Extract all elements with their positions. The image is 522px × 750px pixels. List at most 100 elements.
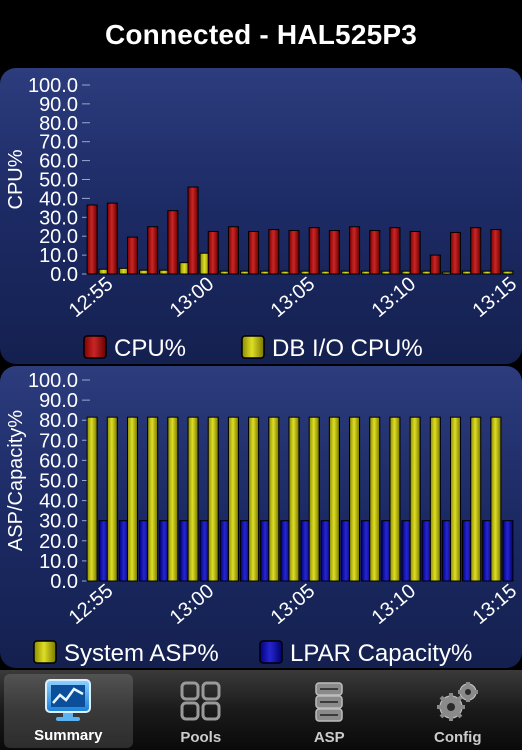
bar-cpu-: [126, 236, 138, 275]
y-axis-label: CPU%: [5, 149, 27, 209]
legend-label: LPAR Capacity%: [290, 640, 472, 667]
bar-cpu-: [106, 202, 118, 275]
y-tick-label: 10.0: [39, 245, 78, 267]
gears-icon: [436, 682, 478, 721]
y-tick-label: 50.0: [39, 170, 78, 192]
bar-cpu-: [349, 226, 361, 275]
y-tick-label: 90.0: [39, 94, 78, 116]
bar-system-asp-: [470, 416, 482, 582]
bar-cpu-: [86, 204, 98, 275]
cpu-chart-panel: CPU% 0.0 10.0 20.0 30.0 40.0 50.0 60.0 70.0 80.0 9…: [0, 68, 522, 364]
bar-system-asp-: [187, 416, 199, 582]
y-tick-label: 90.0: [39, 390, 78, 412]
y-tick-label: 60.0: [39, 450, 78, 472]
y-axis-label: ASP/Capacity%: [5, 410, 27, 551]
y-tick-label: 0.0: [50, 264, 78, 286]
monitor-chart-icon: [45, 679, 92, 721]
legend-swatch: [241, 335, 265, 359]
disk-stack-icon: [315, 682, 343, 722]
y-tick-label: 0.0: [50, 571, 78, 593]
bar-cpu-: [167, 210, 179, 275]
pools-grid-icon: [180, 681, 221, 721]
y-tick-label: 40.0: [39, 491, 78, 513]
tab-asp-label: ASP: [313, 729, 345, 746]
bar-cpu-: [268, 229, 280, 275]
bar-cpu-: [470, 227, 482, 275]
bar-cpu-: [429, 254, 441, 275]
tab-bar: Summary Pools ASP Config: [0, 670, 522, 750]
x-tick-label: 13:00: [166, 580, 218, 629]
bar-system-asp-: [450, 416, 462, 582]
bar-system-asp-: [147, 416, 159, 582]
y-tick-label: 70.0: [39, 430, 78, 452]
bar-cpu-: [328, 230, 340, 275]
tab-pools[interactable]: Pools: [137, 670, 266, 750]
x-tick-label: 13:05: [267, 580, 319, 629]
bar-lpar-capacity-: [502, 520, 514, 582]
bar-system-asp-: [288, 416, 300, 582]
bar-cpu-: [147, 226, 159, 275]
bar-cpu-: [207, 230, 219, 275]
bar-cpu-: [389, 227, 401, 275]
bar-cpu-: [490, 229, 502, 275]
y-tick-label: 30.0: [39, 207, 78, 229]
bar-system-asp-: [106, 416, 118, 582]
x-tick-label: 13:05: [267, 273, 319, 322]
bar-system-asp-: [389, 416, 401, 582]
tab-config[interactable]: Config: [394, 670, 522, 750]
y-tick-label: 20.0: [39, 226, 78, 248]
bar-system-asp-: [490, 416, 502, 582]
y-tick-label: 80.0: [39, 410, 78, 432]
y-tick-label: 60.0: [39, 151, 78, 173]
y-tick-label: 40.0: [39, 188, 78, 210]
y-tick-label: 30.0: [39, 511, 78, 533]
x-tick-label: 13:15: [469, 273, 521, 322]
page-title: Connected - HAL525P3: [104, 19, 418, 50]
bar-system-asp-: [248, 416, 260, 582]
title-bar: Connected - HAL525P3: [0, 0, 522, 70]
bar-system-asp-: [86, 416, 98, 582]
bar-system-asp-: [227, 416, 239, 582]
bar-cpu-: [369, 230, 381, 275]
bar-cpu-: [288, 230, 300, 275]
tab-summary-label: Summary: [34, 727, 103, 744]
bar-system-asp-: [369, 416, 381, 582]
y-tick-label: 50.0: [39, 471, 78, 493]
legend-swatch: [33, 640, 57, 664]
x-tick-label: 13:15: [469, 580, 521, 629]
bar-cpu-: [450, 231, 462, 275]
y-tick-label: 70.0: [39, 132, 78, 154]
asp-capacity-chart: ASP/Capacity% 0.010.020.030.040.050.060.0…: [5, 370, 521, 667]
bar-cpu-: [227, 226, 239, 275]
y-tick-label: 80.0: [39, 113, 78, 135]
bar-system-asp-: [429, 416, 441, 582]
legend-label: System ASP%: [64, 640, 219, 667]
bar-system-asp-: [349, 416, 361, 582]
x-tick-label: 13:10: [368, 580, 420, 629]
tab-summary[interactable]: Summary: [4, 674, 133, 748]
cpu-chart: CPU% 0.010.020.030.040.050.060.070.080.09…: [5, 75, 521, 362]
x-tick-label: 13:10: [368, 273, 420, 322]
legend-swatch: [259, 640, 283, 664]
asp-chart-panel: ASP/Capacity% 0.0 10.0 20.0 30.0 40.0 50.0 60.0…: [0, 366, 522, 668]
tab-pools-label: Pools: [180, 729, 222, 746]
legend-label: DB I/O CPU%: [272, 335, 423, 362]
bar-system-asp-: [308, 416, 320, 582]
legend-label: CPU%: [114, 335, 186, 362]
bar-system-asp-: [409, 416, 421, 582]
y-tick-label: 100.0: [28, 75, 78, 97]
bar-system-asp-: [126, 416, 138, 582]
bar-system-asp-: [328, 416, 340, 582]
tab-config-label: Config: [434, 729, 482, 746]
y-tick-label: 10.0: [39, 551, 78, 573]
bar-cpu-: [187, 186, 199, 275]
bar-cpu-: [409, 230, 421, 275]
y-tick-label: 100.0: [28, 370, 78, 392]
bar-cpu-: [248, 230, 260, 275]
bar-db-i-o-cpu-: [502, 270, 514, 275]
x-tick-label: 13:00: [166, 273, 218, 322]
bar-cpu-: [308, 227, 320, 275]
bar-system-asp-: [167, 416, 179, 582]
tab-asp[interactable]: ASP: [265, 670, 394, 750]
y-tick-label: 20.0: [39, 531, 78, 553]
